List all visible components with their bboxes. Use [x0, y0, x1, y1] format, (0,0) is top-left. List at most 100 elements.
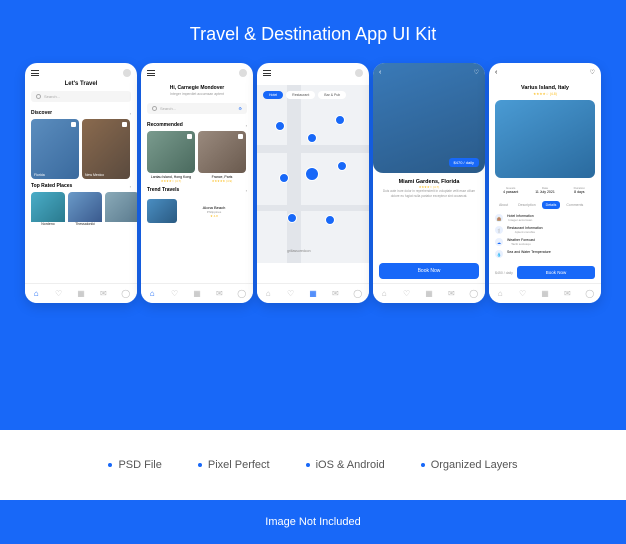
- heart-icon[interactable]: ♡: [403, 290, 411, 298]
- home-icon[interactable]: ⌂: [32, 290, 40, 298]
- features-bar: PSD File Pixel Perfect iOS & Android Org…: [0, 430, 626, 500]
- user-icon[interactable]: ◯: [586, 290, 594, 298]
- back-icon[interactable]: ‹: [379, 69, 381, 76]
- place-card[interactable]: Thessaloniki: [68, 192, 102, 226]
- heart-icon[interactable]: ♡: [590, 69, 595, 76]
- map-pin[interactable]: [337, 161, 347, 171]
- grid-icon[interactable]: ▦: [309, 290, 317, 298]
- filter-icon[interactable]: ⚙: [238, 106, 242, 111]
- search-input[interactable]: Search...: [31, 91, 131, 102]
- info-water[interactable]: 💧Sea and Water Temperature: [489, 248, 601, 260]
- map-pin[interactable]: [279, 173, 289, 183]
- user-icon[interactable]: ◯: [238, 290, 246, 298]
- map-pin-active[interactable]: [305, 167, 319, 181]
- rec-card[interactable]: Lantau Island, Hong Kong★★★★☆ (4.7): [147, 131, 195, 183]
- home-icon[interactable]: ⌂: [496, 290, 504, 298]
- heart-icon[interactable]: ♡: [287, 290, 295, 298]
- map-area-label: grillassuredcon: [287, 249, 311, 253]
- home-icon[interactable]: ⌂: [148, 290, 156, 298]
- tab-desc[interactable]: Description: [514, 201, 540, 209]
- map-pin[interactable]: [307, 133, 317, 143]
- grid-icon[interactable]: ▦: [541, 290, 549, 298]
- grid-icon[interactable]: ▦: [425, 290, 433, 298]
- avatar[interactable]: [123, 69, 131, 77]
- mail-icon[interactable]: ✉: [99, 290, 107, 298]
- heart-icon[interactable]: ♡: [55, 290, 63, 298]
- place-card[interactable]: [105, 192, 137, 226]
- rec-cards: Lantau Island, Hong Kong★★★★☆ (4.7) Fran…: [141, 131, 253, 183]
- bottom-nav: ⌂ ♡ ▦ ✉ ◯: [257, 283, 369, 303]
- avatar[interactable]: [355, 69, 363, 77]
- main-title: Travel & Destination App UI Kit: [0, 24, 626, 45]
- screen-recommend: Hi, Carnegie Mondover Integer imperdiet …: [141, 63, 253, 303]
- user-icon[interactable]: ◯: [122, 290, 130, 298]
- map-pin[interactable]: [275, 121, 285, 131]
- back-icon[interactable]: ‹: [495, 69, 497, 76]
- chevron-icon[interactable]: ›: [246, 123, 247, 128]
- chevron-icon[interactable]: ›: [246, 188, 247, 193]
- rating: ★★★★☆ (4.8): [489, 92, 601, 96]
- chip-bar[interactable]: Bar & Pub: [318, 91, 346, 99]
- mail-icon[interactable]: ✉: [331, 290, 339, 298]
- chip-hotel[interactable]: Hotel: [263, 91, 283, 99]
- user-icon[interactable]: ◯: [470, 290, 478, 298]
- footer-row: $450 / daily Book Now: [489, 266, 601, 279]
- rec-card[interactable]: France, Paris★★★★★ (4.9): [198, 131, 246, 183]
- chevron-icon[interactable]: ›: [130, 111, 131, 116]
- page-title: Let's Travel: [25, 81, 137, 87]
- map-view[interactable]: Hotel Restaurant Bar & Pub grillassuredc…: [257, 85, 369, 263]
- screen-map: Hotel Restaurant Bar & Pub grillassuredc…: [257, 63, 369, 303]
- greeting-sub: Integer imperdiet accumsan aptent: [141, 92, 253, 99]
- chip-restaurant[interactable]: Restaurant: [286, 91, 315, 99]
- menu-icon[interactable]: [263, 70, 271, 76]
- bookmark-icon[interactable]: [71, 122, 76, 127]
- destination-card[interactable]: Florida: [31, 119, 79, 179]
- bookmark-icon[interactable]: [122, 122, 127, 127]
- avatar[interactable]: [239, 69, 247, 77]
- menu-icon[interactable]: [31, 70, 39, 76]
- book-button[interactable]: Book Now: [379, 263, 479, 279]
- menu-icon[interactable]: [147, 70, 155, 76]
- user-icon[interactable]: ◯: [354, 290, 362, 298]
- screen-info: ‹ ♡ Varius Island, Italy ★★★★☆ (4.8) Gue…: [489, 63, 601, 303]
- heart-icon[interactable]: ♡: [519, 290, 527, 298]
- trend-item[interactable]: Alona Beach Philippines ★ 4.8: [141, 196, 253, 226]
- header: [25, 63, 137, 81]
- water-icon: 💧: [495, 250, 503, 258]
- tab-details[interactable]: Details: [542, 201, 561, 209]
- chevron-icon[interactable]: ›: [130, 184, 131, 189]
- filter-chips: Hotel Restaurant Bar & Pub: [263, 91, 363, 99]
- map-pin[interactable]: [287, 213, 297, 223]
- mail-icon[interactable]: ✉: [563, 290, 571, 298]
- mail-icon[interactable]: ✉: [215, 290, 223, 298]
- heart-icon[interactable]: ♡: [474, 69, 479, 76]
- bottom-nav: ⌂ ♡ ▦ ✉ ◯: [373, 283, 485, 303]
- tab-about[interactable]: About: [495, 201, 512, 209]
- map-pin[interactable]: [335, 115, 345, 125]
- discover-title: Discover›: [25, 106, 137, 119]
- screen-home: Let's Travel Search... Discover› Florida…: [25, 63, 137, 303]
- info-weather[interactable]: ☁Weather ForecastTaciti sociosqu: [489, 236, 601, 248]
- info-restaurant[interactable]: 🍴Restaurant InformationAptent conubia: [489, 224, 601, 236]
- home-icon[interactable]: ⌂: [380, 290, 388, 298]
- info-hotel[interactable]: 🏨Hotel InformationInteger accumsan: [489, 212, 601, 224]
- bookmark-icon[interactable]: [187, 134, 192, 139]
- grid-icon[interactable]: ▦: [193, 290, 201, 298]
- place-card[interactable]: Nordeno: [31, 192, 65, 226]
- map-pin[interactable]: [325, 215, 335, 225]
- home-icon[interactable]: ⌂: [264, 290, 272, 298]
- bookmark-icon[interactable]: [238, 134, 243, 139]
- food-icon: 🍴: [495, 226, 503, 234]
- bottom-nav: ⌂ ♡ ▦ ✉ ◯: [141, 283, 253, 303]
- search-icon: [36, 94, 41, 99]
- heart-icon[interactable]: ♡: [171, 290, 179, 298]
- mail-icon[interactable]: ✉: [447, 290, 455, 298]
- book-button[interactable]: Book Now: [517, 266, 595, 279]
- price-badge: $470 / daily: [449, 158, 479, 167]
- destination-card[interactable]: New Mexico: [82, 119, 130, 179]
- search-input[interactable]: Search...⚙: [147, 103, 247, 114]
- grid-icon[interactable]: ▦: [77, 290, 85, 298]
- hero-image: [495, 100, 595, 178]
- trend-image: [147, 199, 177, 223]
- tab-comments[interactable]: Comments: [562, 201, 587, 209]
